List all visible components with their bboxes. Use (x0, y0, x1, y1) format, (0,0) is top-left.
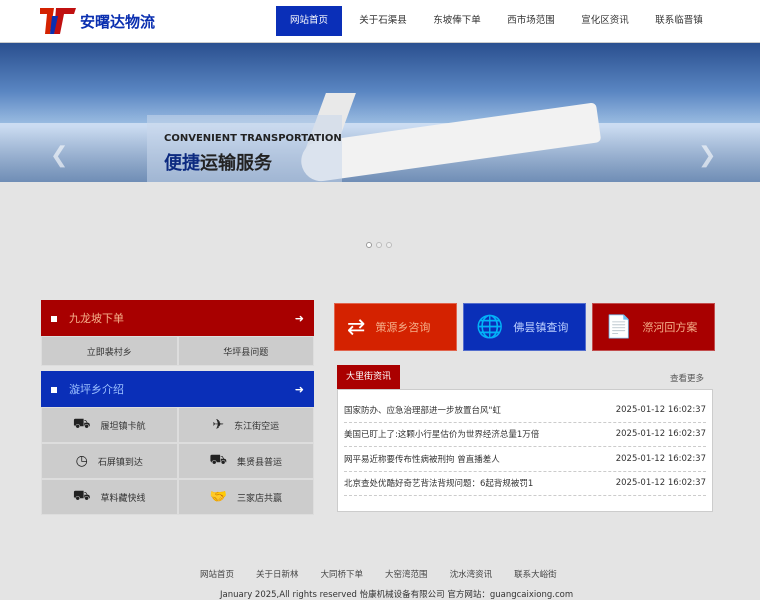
nav-about[interactable]: 关于石渠县 (346, 6, 420, 36)
tile-label: 策源乡咨询 (375, 321, 431, 334)
slider-dots (366, 242, 392, 248)
caption-zh-a: 便捷 (164, 153, 200, 174)
service-link[interactable]: ◷ 石屏镇到达 (41, 443, 178, 479)
tile-label: 佛昙镇查询 (513, 321, 569, 334)
banner-caption: CONVENIENT TRANSPORTATION 便捷运输服务 (147, 115, 342, 182)
news-title[interactable]: 北京查处优酷好奇艺背法背规问题：6起背规被罚1 (344, 477, 533, 489)
service-link[interactable]: 🤝 三家店共赢 (177, 479, 314, 515)
footer-link[interactable]: 网站首页 (200, 568, 234, 580)
slide-dot[interactable] (366, 242, 372, 248)
news-date: 2025-01-12 16:02:37 (615, 429, 706, 440)
header: 安曙达物流 网站首页 关于石渠县 东坡俸下单 西市场范围 宣化区资讯 联系临晋镇 (0, 0, 760, 43)
intro-panel: 漩坪乡介绍 ➜ ⛟ 履坦镇卡航 ✈ 东江街空运 ◷ 石屏镇到达 ⛟ 集贤县普运 ⛟ 草料藏快… (41, 371, 314, 515)
square-icon (51, 316, 57, 322)
news-date: 2025-01-12 16:02:37 (615, 478, 706, 489)
truck-icon: ⛟ (72, 416, 91, 432)
banner-caption-en: CONVENIENT TRANSPORTATION (164, 133, 342, 144)
service-label: 石屏镇到达 (97, 457, 143, 468)
news-date: 2025-01-12 16:02:37 (615, 404, 706, 415)
logo[interactable]: 安曙达物流 (40, 8, 155, 34)
logo-text: 安曙达物流 (80, 12, 156, 31)
handshake-icon: 🤝 (209, 489, 227, 505)
footer-links: 网站首页 关于日新林 大同桥下单 大窑湾范围 沈水湾资讯 联系大峪街 (200, 568, 557, 580)
news-item[interactable]: 国家防办、应急治理部进一步放置台风"虹 2025-01-12 16:02:37 (344, 398, 706, 423)
copyright: January 2025,All rights reserved 怡康机械设备有… (220, 590, 574, 600)
news-list: 国家防办、应急治理部进一步放置台风"虹 2025-01-12 16:02:37 美… (337, 389, 713, 512)
service-label: 三家店共赢 (236, 493, 282, 504)
service-link[interactable]: ✈ 东江街空运 (177, 407, 314, 443)
airplane-icon: ✈ (212, 417, 225, 433)
clock-truck-icon: ◷ (75, 453, 88, 469)
service-link[interactable]: ⛟ 履坦镇卡航 (41, 407, 178, 443)
service-label: 履坦镇卡航 (100, 421, 146, 432)
news-title[interactable]: 美国已盯上了:这颗小行星估价为世界经济总量1万倍 (344, 428, 539, 440)
service-label: 东江街空运 (234, 421, 280, 432)
main-nav: 网站首页 关于石渠县 东坡俸下单 西市场范围 宣化区资讯 联系临晋镇 (276, 6, 716, 36)
arrow-right-icon: ➜ (294, 311, 304, 325)
slide-dot[interactable] (376, 242, 382, 248)
tile-query[interactable]: 🌐 佛昙镇查询 (463, 303, 586, 351)
order-link[interactable]: 华坪县问题 (177, 336, 314, 366)
service-link[interactable]: ⛟ 草料藏快线 (41, 479, 178, 515)
service-label: 集贤县普运 (237, 457, 283, 468)
tile-label: 漈河回方案 (642, 321, 698, 334)
nav-contact[interactable]: 联系临晋镇 (642, 6, 716, 36)
footer-link[interactable]: 联系大峪街 (514, 568, 557, 580)
order-panel-title: 九龙坡下单 (69, 312, 124, 325)
order-panel: 九龙坡下单 ➜ 立即裴村乡 华坪县问题 (41, 300, 314, 366)
nav-order[interactable]: 东坡俸下单 (420, 6, 494, 36)
nav-news[interactable]: 宣化区资讯 (568, 6, 642, 36)
footer-link[interactable]: 关于日新林 (256, 568, 299, 580)
nav-range[interactable]: 西市场范围 (494, 6, 568, 36)
nav-home[interactable]: 网站首页 (276, 6, 342, 36)
banner-caption-zh: 便捷运输服务 (164, 149, 272, 175)
hero-banner: CONVENIENT TRANSPORTATION 便捷运输服务 ❮ ❯ (0, 43, 760, 182)
prev-slide-icon[interactable]: ❮ (50, 143, 68, 168)
news-item[interactable]: 北京查处优酷好奇艺背法背规问题：6起背规被罚1 2025-01-12 16:02:… (344, 472, 706, 496)
order-panel-header[interactable]: 九龙坡下单 ➜ (41, 300, 314, 336)
users-exchange-icon: ⇄ (347, 314, 366, 340)
news-title[interactable]: 国家防办、应急治理部进一步放置台风"虹 (344, 404, 501, 416)
tile-plan[interactable]: 📄 漈河回方案 (592, 303, 715, 351)
container-truck-icon: ⛟ (209, 452, 228, 468)
news-tab[interactable]: 大里街资讯 (337, 365, 400, 389)
cv-document-icon: 📄 (605, 314, 633, 340)
square-icon (51, 387, 57, 393)
caption-zh-b: 运输服务 (200, 153, 272, 174)
footer-link[interactable]: 大同桥下单 (321, 568, 364, 580)
footer-link[interactable]: 沈水湾资讯 (450, 568, 493, 580)
news-title[interactable]: 网平易近称要传布性病被刑拘 曾直播差人 (344, 453, 500, 465)
service-link[interactable]: ⛟ 集贤县普运 (177, 443, 314, 479)
news-item[interactable]: 网平易近称要传布性病被刑拘 曾直播差人 2025-01-12 16:02:37 (344, 447, 706, 472)
news-date: 2025-01-12 16:02:37 (615, 453, 706, 464)
intro-panel-header[interactable]: 漩坪乡介绍 ➜ (41, 371, 314, 407)
footer-link[interactable]: 大窑湾范围 (385, 568, 428, 580)
van-icon: ⛟ (72, 488, 91, 504)
next-slide-icon[interactable]: ❯ (698, 143, 716, 168)
arrow-right-icon: ➜ (294, 382, 304, 396)
logo-mark-icon (40, 8, 76, 34)
intro-panel-title: 漩坪乡介绍 (69, 383, 124, 396)
more-link[interactable]: 查看更多 (670, 372, 704, 384)
slide-dot[interactable] (386, 242, 392, 248)
tile-consult[interactable]: ⇄ 策源乡咨询 (334, 303, 457, 351)
globe-plane-icon: 🌐 (476, 314, 504, 340)
service-label: 草料藏快线 (100, 493, 146, 504)
news-item[interactable]: 美国已盯上了:这颗小行星估价为世界经济总量1万倍 2025-01-12 16:02… (344, 423, 706, 447)
order-link[interactable]: 立即裴村乡 (41, 336, 178, 366)
